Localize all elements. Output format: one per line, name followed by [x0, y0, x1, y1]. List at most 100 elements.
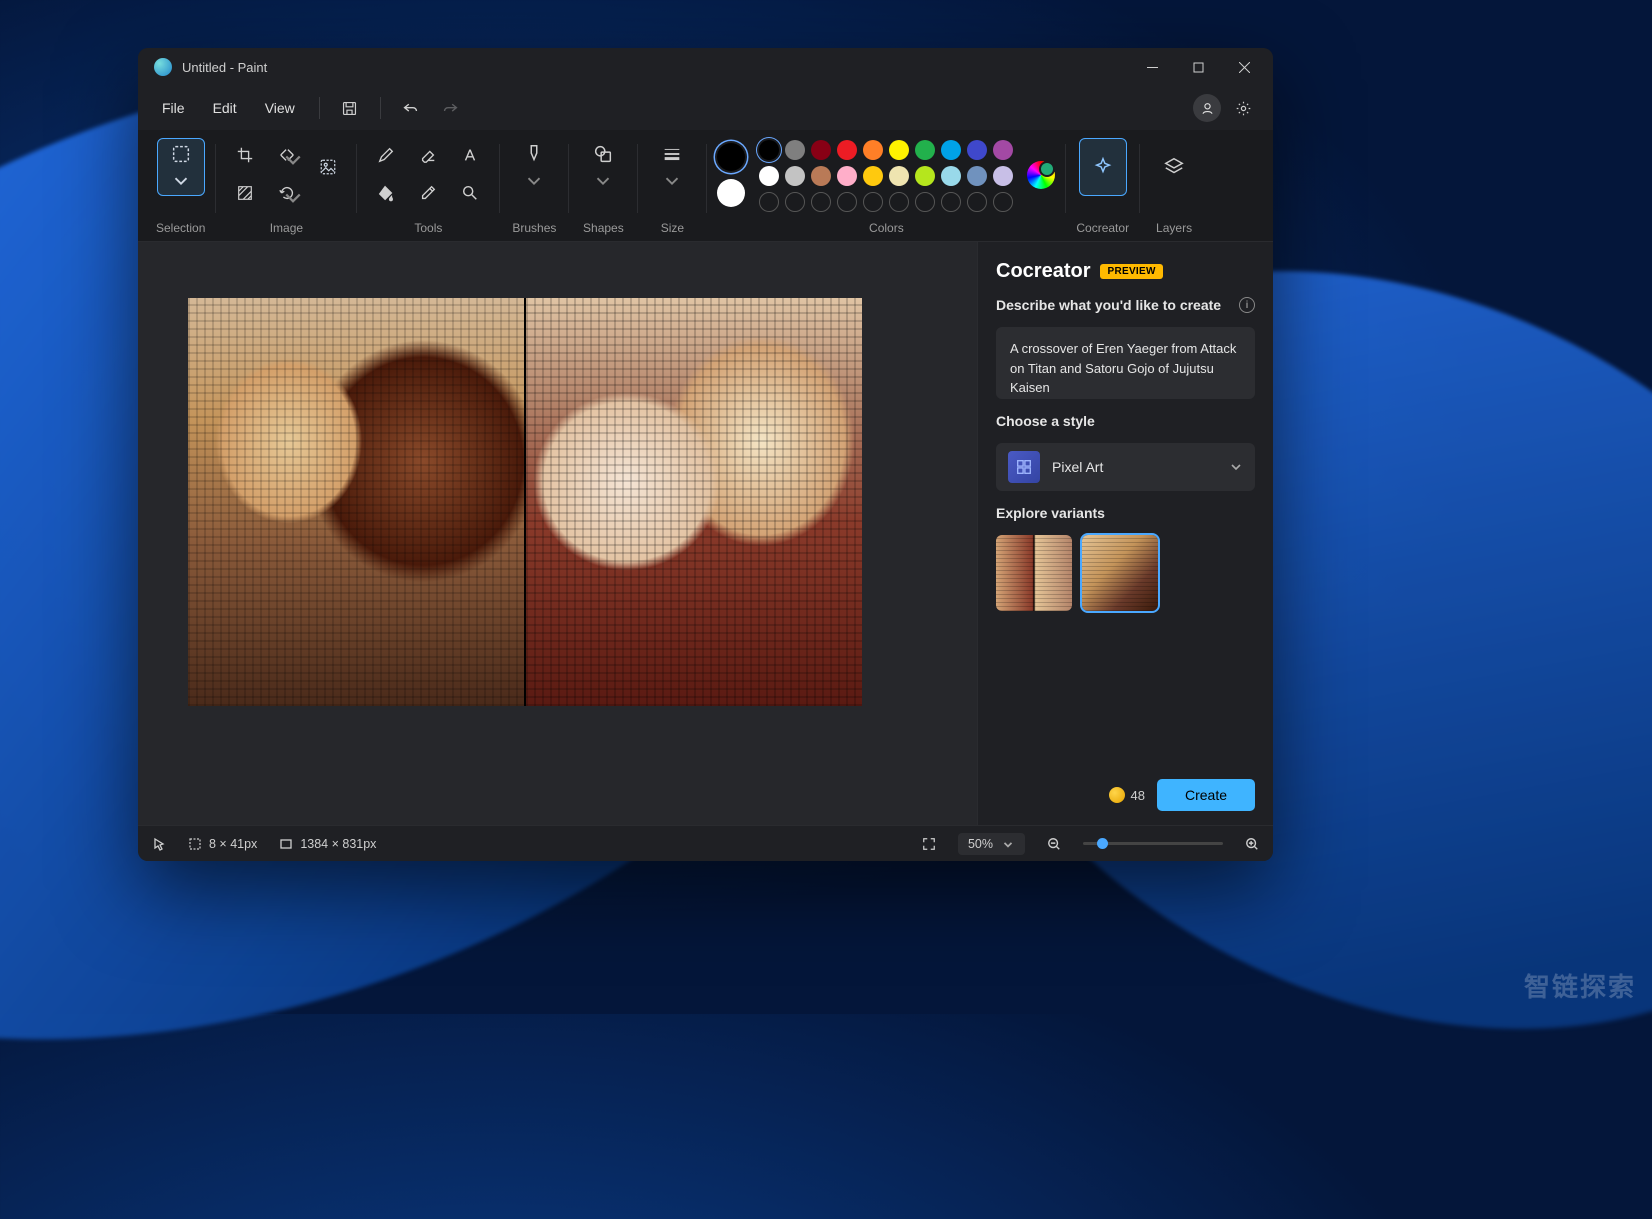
color-swatch[interactable]: [967, 140, 987, 160]
cursor-tool-indicator: [152, 837, 166, 851]
custom-color-slot[interactable]: [941, 192, 961, 212]
canvas-size: 1384 × 831px: [279, 837, 376, 851]
color-swatch[interactable]: [811, 140, 831, 160]
zoom-in-button[interactable]: [1245, 837, 1259, 851]
custom-color-slot[interactable]: [759, 192, 779, 212]
group-size: Size: [640, 136, 704, 241]
canvas-area[interactable]: [138, 242, 977, 825]
undo-button[interactable]: [393, 90, 429, 126]
color-swatch[interactable]: [941, 166, 961, 186]
cocreator-button[interactable]: [1079, 138, 1127, 196]
window-title: Untitled - Paint: [182, 60, 267, 75]
color-swatch[interactable]: [889, 140, 909, 160]
minimize-button[interactable]: [1129, 48, 1175, 86]
color-swatch[interactable]: [759, 140, 779, 160]
primary-color[interactable]: [717, 143, 745, 171]
cursor-position: 8 × 41px: [188, 837, 257, 851]
paint-window: Untitled - Paint File Edit View Selectio…: [138, 48, 1273, 861]
custom-color-slot[interactable]: [837, 192, 857, 212]
custom-color-slot[interactable]: [967, 192, 987, 212]
menu-edit[interactable]: Edit: [201, 94, 249, 122]
resize-tool[interactable]: [268, 138, 306, 172]
color-swatch[interactable]: [967, 166, 987, 186]
titlebar: Untitled - Paint: [138, 48, 1273, 86]
variant-2[interactable]: [1082, 535, 1158, 611]
color-swatch[interactable]: [889, 166, 909, 186]
fill-tool[interactable]: [367, 176, 405, 210]
color-swatch[interactable]: [863, 140, 883, 160]
style-dropdown[interactable]: Pixel Art: [996, 443, 1255, 491]
zoom-out-button[interactable]: [1047, 837, 1061, 851]
maximize-button[interactable]: [1175, 48, 1221, 86]
rotate-tool[interactable]: [268, 176, 306, 210]
color-swatch[interactable]: [837, 140, 857, 160]
color-swatch[interactable]: [993, 166, 1013, 186]
menu-view[interactable]: View: [253, 94, 307, 122]
select-tool[interactable]: [157, 138, 205, 196]
style-label: Choose a style: [996, 413, 1255, 429]
zoom-slider[interactable]: [1083, 842, 1223, 845]
info-icon[interactable]: i: [1239, 297, 1255, 313]
color-swatch[interactable]: [993, 140, 1013, 160]
preview-badge: PREVIEW: [1100, 264, 1162, 279]
ribbon: Selection Image: [138, 130, 1273, 242]
custom-color-slot[interactable]: [863, 192, 883, 212]
custom-color-slot[interactable]: [889, 192, 909, 212]
custom-color-slot[interactable]: [785, 192, 805, 212]
color-swatch[interactable]: [759, 166, 779, 186]
pencil-tool[interactable]: [367, 138, 405, 172]
eraser-tool[interactable]: [409, 138, 447, 172]
menu-file[interactable]: File: [150, 94, 197, 122]
color-picker-tool[interactable]: [409, 176, 447, 210]
variants-row: [996, 535, 1255, 611]
color-swatch[interactable]: [785, 140, 805, 160]
magnifier-tool[interactable]: [451, 176, 489, 210]
color-swatch[interactable]: [811, 166, 831, 186]
style-thumb-icon: [1008, 451, 1040, 483]
color-swatch[interactable]: [837, 166, 857, 186]
variant-1[interactable]: [996, 535, 1072, 611]
cocreator-panel: Cocreator PREVIEW Describe what you'd li…: [977, 242, 1273, 825]
custom-color-slot[interactable]: [993, 192, 1013, 212]
create-button[interactable]: Create: [1157, 779, 1255, 811]
save-button[interactable]: [332, 90, 368, 126]
color-swatch[interactable]: [915, 140, 935, 160]
group-image: Image: [218, 136, 354, 241]
shapes-tool[interactable]: [579, 138, 627, 196]
variants-label: Explore variants: [996, 505, 1255, 521]
chevron-down-icon: [1229, 460, 1243, 474]
text-tool[interactable]: [451, 138, 489, 172]
custom-color-slot[interactable]: [915, 192, 935, 212]
background-tool[interactable]: [226, 176, 264, 210]
color-swatch[interactable]: [915, 166, 935, 186]
brush-tool[interactable]: [510, 138, 558, 196]
image-insert-tool[interactable]: [310, 138, 346, 196]
color-swatch[interactable]: [941, 140, 961, 160]
menubar: File Edit View: [138, 86, 1273, 130]
crop-tool[interactable]: [226, 138, 264, 172]
close-button[interactable]: [1221, 48, 1267, 86]
layers-button[interactable]: [1150, 138, 1198, 196]
color-swatch[interactable]: [785, 166, 805, 186]
describe-label: Describe what you'd like to create i: [996, 297, 1255, 313]
prompt-input[interactable]: [996, 327, 1255, 399]
fit-screen-button[interactable]: [922, 837, 936, 851]
zoom-dropdown[interactable]: 50%: [958, 833, 1025, 855]
canvas[interactable]: [188, 298, 862, 706]
account-button[interactable]: [1193, 94, 1221, 122]
group-selection: Selection: [148, 136, 213, 241]
secondary-color[interactable]: [717, 179, 745, 207]
size-tool[interactable]: [648, 138, 696, 196]
canvas-image-left: [188, 298, 524, 706]
zoom-slider-thumb[interactable]: [1097, 838, 1108, 849]
custom-color-slot[interactable]: [811, 192, 831, 212]
group-cocreator: Cocreator: [1068, 136, 1137, 241]
coin-icon: [1109, 787, 1125, 803]
group-layers: Layers: [1142, 136, 1206, 241]
color-swatch[interactable]: [863, 166, 883, 186]
cocreator-title: Cocreator: [996, 260, 1090, 283]
settings-button[interactable]: [1225, 90, 1261, 126]
edit-colors-button[interactable]: [1027, 161, 1055, 189]
redo-button[interactable]: [433, 90, 469, 126]
watermark: 智链探索: [1524, 967, 1636, 1004]
